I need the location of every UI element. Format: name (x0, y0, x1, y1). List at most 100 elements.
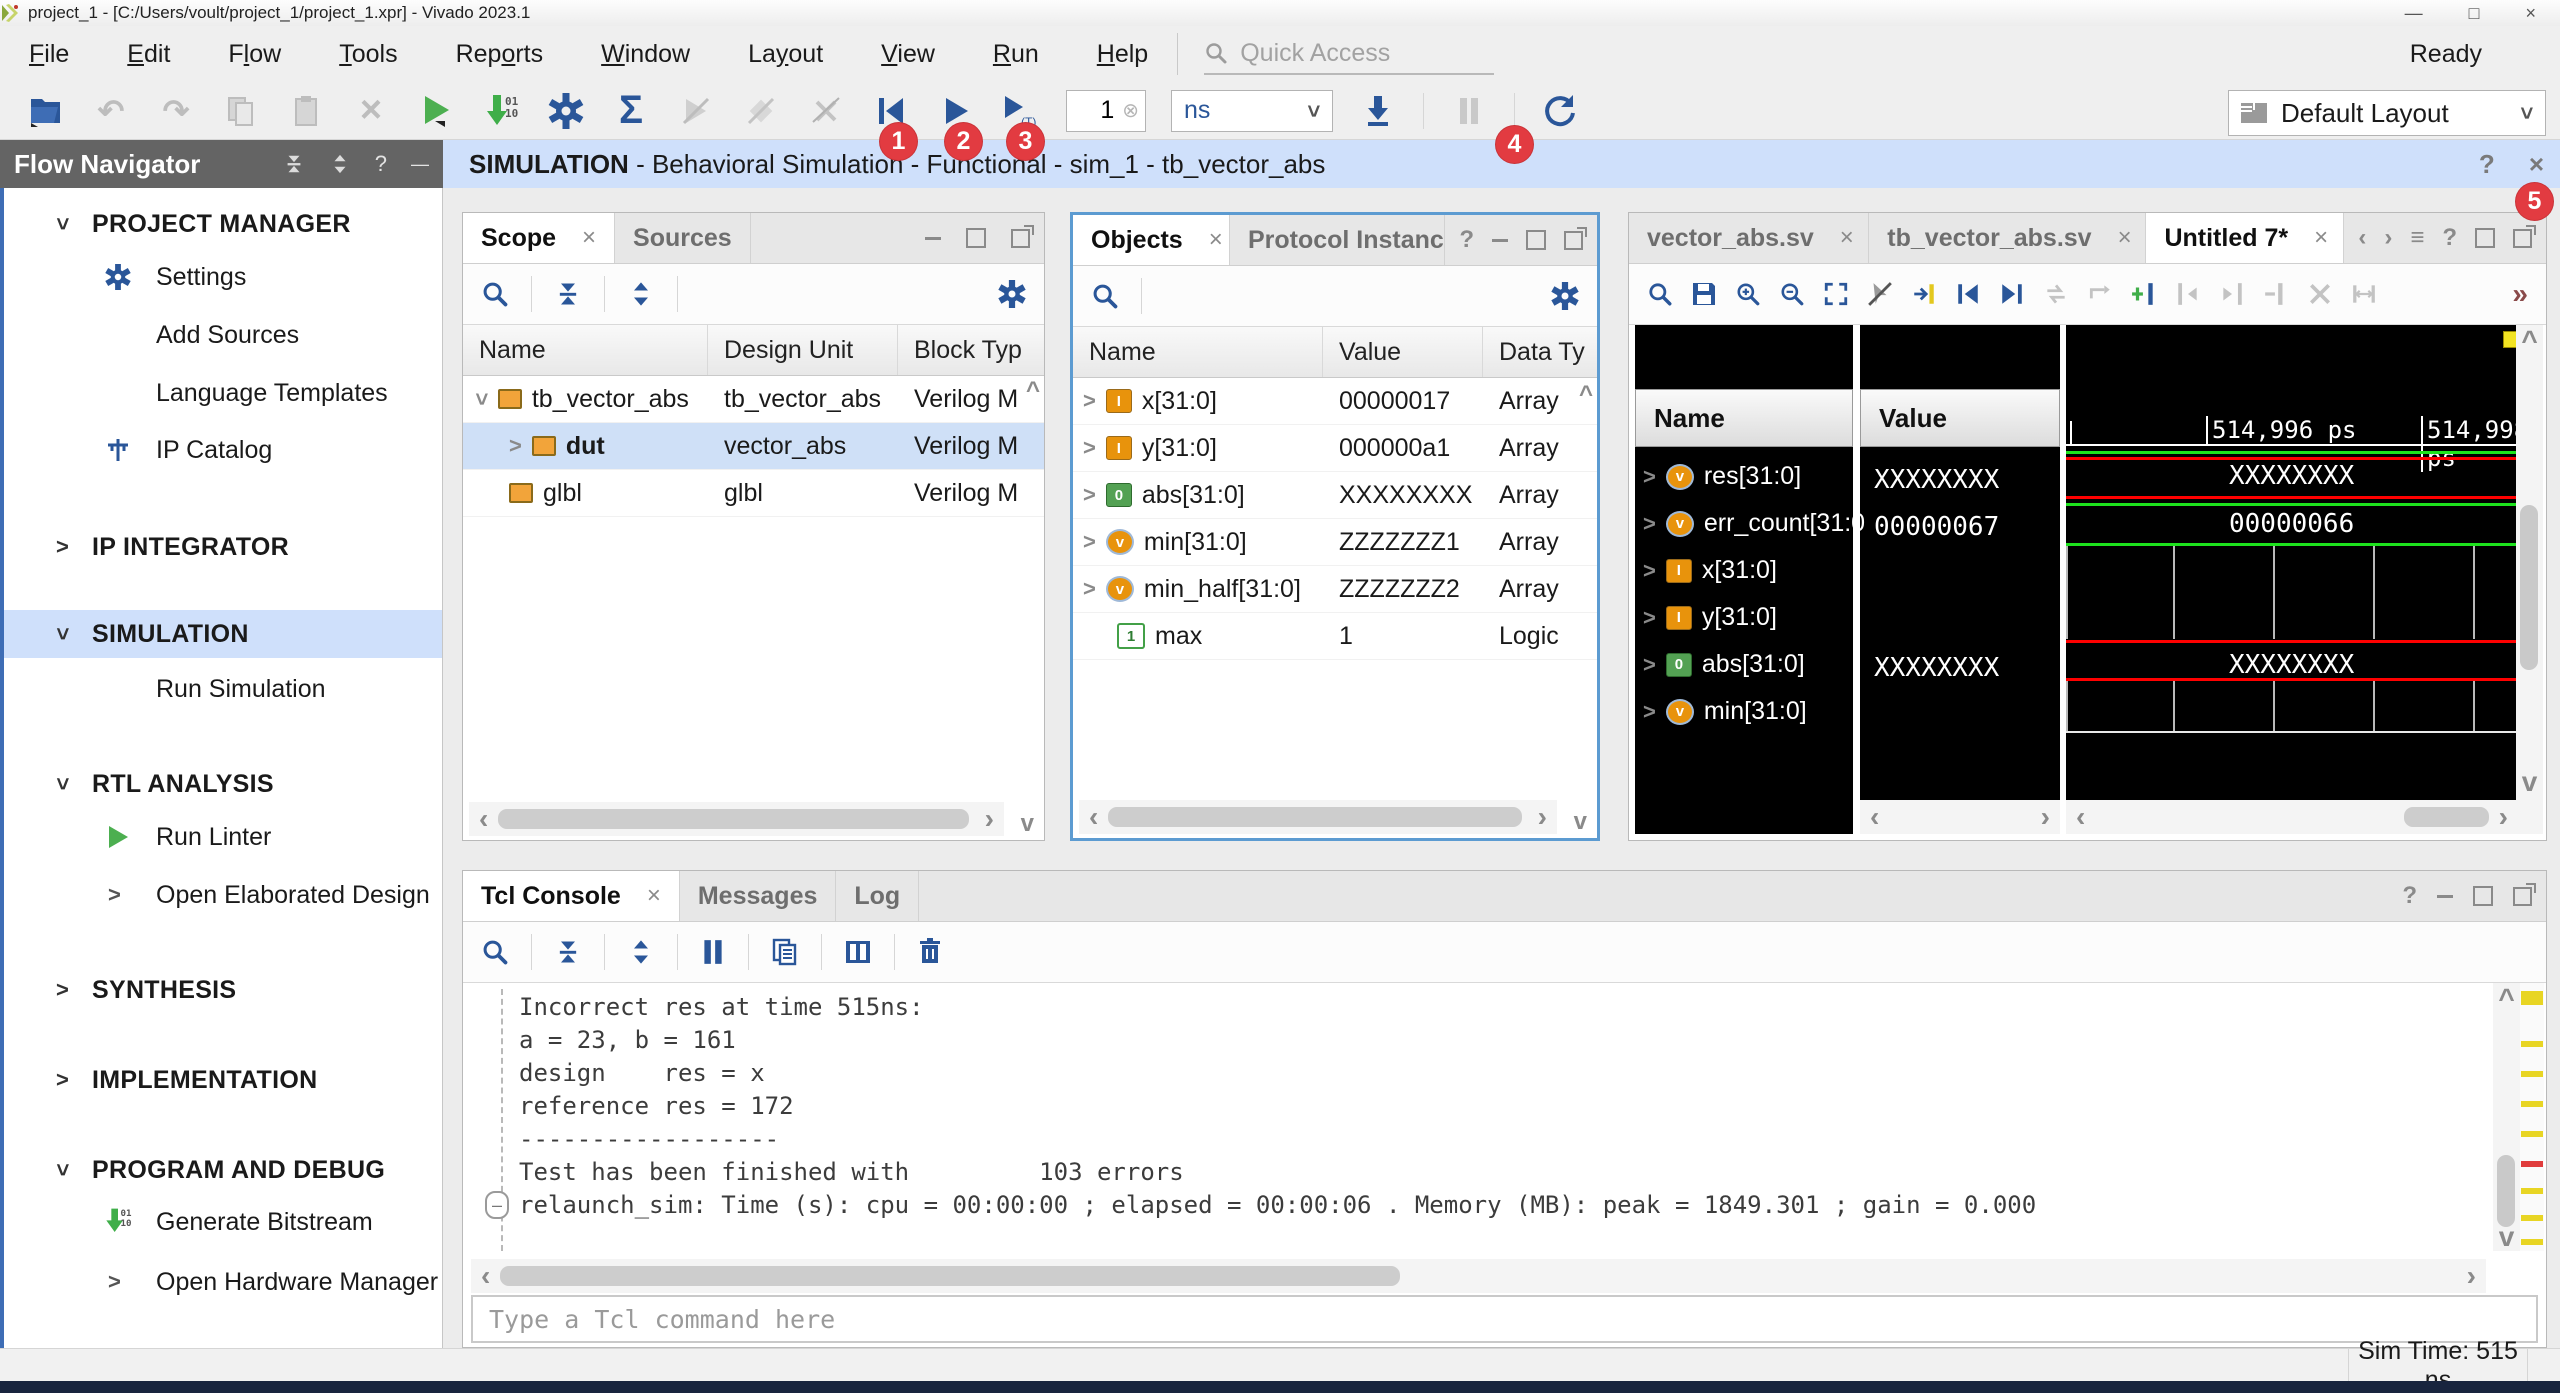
tab-untitled-7[interactable]: Untitled 7*× (2146, 213, 2344, 263)
section-rtl-analysis[interactable]: >RTL ANALYSIS (4, 760, 442, 808)
chevron-collapsed-icon[interactable]: > (108, 882, 121, 908)
section-program-and-debug[interactable]: >PROGRAM AND DEBUG (4, 1146, 442, 1194)
sidebar-item-run-linter[interactable]: Run Linter (4, 813, 442, 861)
clear-time-icon[interactable]: ⊗ (1122, 98, 1139, 123)
wave-col-value[interactable]: Value (1860, 389, 2060, 447)
value-col-scrollbar[interactable]: ‹ › (1860, 800, 2060, 834)
tab-next-icon[interactable]: › (2384, 224, 2392, 252)
next-marker-disabled-icon[interactable] (2219, 281, 2245, 307)
menu-edit[interactable]: Edit (98, 26, 199, 82)
table-row-selected[interactable]: >dut vector_abs Verilog M (463, 423, 1044, 470)
float-icon[interactable] (2513, 887, 2532, 906)
close-icon[interactable]: × (2314, 224, 2328, 252)
relaunch-sim-button[interactable] (1540, 91, 1580, 131)
scroll-down-icon[interactable]: v (2499, 1223, 2515, 1251)
restore-disabled-icon[interactable] (2087, 281, 2113, 307)
gear-icon[interactable] (1551, 282, 1579, 310)
menu-flow[interactable]: Flow (199, 26, 310, 82)
scroll-right-icon[interactable]: › (2031, 803, 2060, 831)
generate-bitstream-toolbar-button[interactable]: 0110 (481, 91, 521, 131)
maximize-icon[interactable] (966, 228, 986, 248)
menu-file[interactable]: File (0, 26, 98, 82)
tab-vector-abs-sv[interactable]: vector_abs.sv× (1629, 213, 1869, 263)
copy-button[interactable] (221, 91, 261, 131)
vertical-scrollbar[interactable]: ^ v (2493, 983, 2520, 1251)
window-close-icon[interactable]: × (2525, 3, 2536, 24)
go-to-time-icon[interactable] (1911, 281, 1937, 307)
tab-sources[interactable]: Sources (615, 213, 751, 263)
help-icon[interactable]: ? (2442, 224, 2457, 252)
scroll-up-icon[interactable]: ^ (1579, 381, 1593, 409)
clear-breakpoints-disabled-button[interactable] (806, 91, 846, 131)
warning-mark[interactable] (2521, 1215, 2543, 1221)
sidebar-item-open-hardware-manager[interactable]: >Open Hardware Manager (4, 1258, 442, 1306)
tcl-command-input[interactable] (487, 1304, 2438, 1335)
wave-signal-name[interactable]: >Iy[31:0] (1643, 594, 1853, 641)
section-implementation[interactable]: >IMPLEMENTATION (4, 1056, 442, 1104)
delete-disabled-icon[interactable] (2307, 281, 2333, 307)
table-row[interactable]: >vmin[31:0] ZZZZZZZ1 Array (1073, 519, 1597, 566)
col-value[interactable]: Value (1323, 327, 1483, 377)
scroll-right-icon[interactable]: › (2489, 803, 2518, 831)
tab-list-icon[interactable]: ≡ (2410, 224, 2424, 252)
menu-layout[interactable]: Layout (719, 26, 852, 82)
wave-signal-name[interactable]: >vmin[31:0] (1643, 688, 1853, 735)
condition-disabled-button[interactable] (741, 91, 781, 131)
search-icon[interactable] (1647, 281, 1673, 307)
section-synthesis[interactable]: >SYNTHESIS (4, 966, 442, 1014)
close-icon[interactable]: × (1209, 226, 1223, 254)
warning-mark[interactable] (2521, 1071, 2543, 1077)
scroll-down-icon[interactable]: v (1011, 812, 1044, 836)
wave-signal-name[interactable]: >0abs[31:0] (1643, 641, 1853, 688)
minimize-icon[interactable] (1492, 239, 1508, 242)
search-icon[interactable] (1091, 282, 1119, 310)
help-icon[interactable]: ? (2479, 149, 2495, 180)
chevron-expanded-icon[interactable]: > (50, 777, 76, 790)
tab-scope[interactable]: Scope× (463, 213, 615, 263)
scroll-up-icon[interactable]: ^ (2498, 983, 2514, 1015)
close-icon[interactable]: × (2118, 224, 2132, 252)
scroll-up-icon[interactable]: ^ (1026, 377, 1040, 405)
tab-tb-vector-abs-sv[interactable]: tb_vector_abs.sv× (1869, 213, 2146, 263)
maximize-icon[interactable] (2473, 886, 2493, 906)
more-tools-icon[interactable]: » (2512, 278, 2528, 310)
col-design-unit[interactable]: Design Unit (708, 325, 898, 375)
warning-mark[interactable] (2521, 1101, 2543, 1107)
wave-signal-name[interactable]: >verr_count[31:0 (1643, 500, 1853, 547)
save-icon[interactable] (1691, 281, 1717, 307)
sidebar-item-open-elaborated-design[interactable]: >Open Elaborated Design (4, 871, 442, 919)
scroll-left-icon[interactable]: ‹ (471, 1262, 500, 1290)
chevron-expanded-icon[interactable]: > (50, 1163, 76, 1176)
chevron-collapsed-icon[interactable]: > (1083, 529, 1096, 555)
open-project-button[interactable] (26, 91, 66, 131)
window-maximize-icon[interactable]: □ (2469, 3, 2480, 24)
sidebar-item-ip-catalog[interactable]: IP Catalog (4, 426, 442, 474)
collapse-all-icon[interactable] (554, 938, 582, 966)
float-icon[interactable] (1011, 229, 1030, 248)
col-block-type[interactable]: Block Typ (898, 325, 1044, 375)
menu-window[interactable]: Window (572, 26, 719, 82)
chevron-collapsed-icon[interactable]: > (108, 1269, 121, 1295)
add-marker-icon[interactable] (2131, 281, 2157, 307)
columns-icon[interactable] (844, 938, 872, 966)
section-project-manager[interactable]: >PROJECT MANAGER (4, 200, 442, 248)
sidebar-item-settings[interactable]: Settings (4, 253, 442, 301)
warning-mark[interactable] (2521, 1041, 2543, 1047)
settings-toolbar-button[interactable] (546, 91, 586, 131)
scroll-left-icon[interactable]: ‹ (1079, 803, 1108, 831)
warning-mark[interactable] (2521, 991, 2543, 1005)
run-button[interactable] (416, 91, 456, 131)
table-row[interactable]: glbl glbl Verilog M (463, 470, 1044, 517)
help-icon[interactable]: ? (1459, 226, 1474, 254)
expand-all-icon[interactable] (627, 938, 655, 966)
breakpoint-disabled-button[interactable] (676, 91, 716, 131)
tcl-command-input-box[interactable] (471, 1295, 2538, 1343)
cut-button[interactable]: × (351, 91, 391, 131)
col-data-type[interactable]: Data Ty (1483, 327, 1597, 377)
scroll-left-icon[interactable]: ‹ (1860, 803, 1889, 831)
menu-run[interactable]: Run (964, 26, 1068, 82)
maximize-icon[interactable] (2475, 228, 2495, 248)
time-unit-select[interactable]: ns > (1171, 90, 1333, 132)
chevron-collapsed-icon[interactable]: > (1083, 482, 1096, 508)
scroll-right-icon[interactable]: › (975, 805, 1004, 833)
